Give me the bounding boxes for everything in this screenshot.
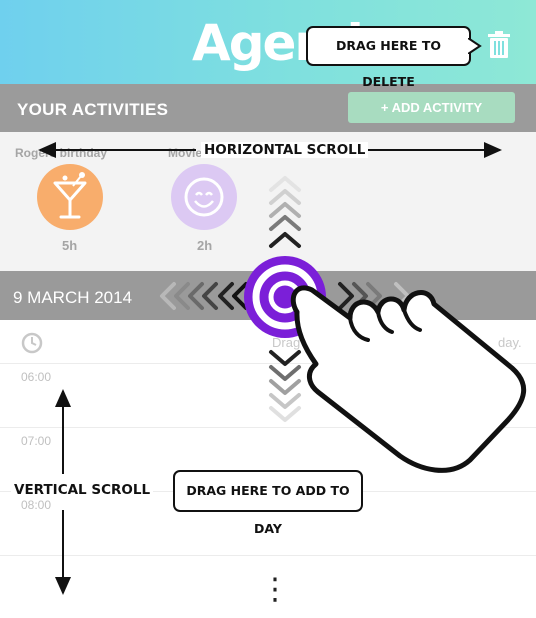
horizontal-scroll-label: HORIZONTAL SCROLL bbox=[201, 142, 369, 158]
activity-circle[interactable] bbox=[37, 164, 103, 230]
clock-icon bbox=[21, 332, 43, 354]
cocktail-icon bbox=[53, 172, 87, 219]
date-label: 9 MARCH 2014 bbox=[13, 288, 133, 307]
add-to-day-callout: DRAG HERE TO ADD TO DAY bbox=[173, 470, 363, 536]
smiley-icon bbox=[184, 177, 224, 217]
activities-title: YOUR ACTIVITIES bbox=[17, 100, 169, 119]
time-label: 08:00 bbox=[21, 498, 52, 512]
more-icon: ⋮ bbox=[260, 572, 290, 607]
activity-circle[interactable] bbox=[171, 164, 237, 230]
trash-icon[interactable] bbox=[488, 31, 510, 58]
activity-item[interactable]: Rogers birthday 5h bbox=[15, 146, 125, 253]
time-slot[interactable]: 06:00 bbox=[0, 364, 536, 428]
activity-item[interactable]: Movie n... 2h bbox=[150, 146, 260, 253]
time-label: 06:00 bbox=[21, 370, 52, 384]
date-bar[interactable]: 9 MARCH 2014 bbox=[0, 271, 536, 320]
delete-callout: DRAG HERE TO DELETE bbox=[306, 26, 471, 89]
drop-hint-end: day. bbox=[498, 335, 522, 350]
activity-duration: 2h bbox=[197, 238, 213, 253]
vertical-scroll-label: VERTICAL SCROLL bbox=[11, 482, 154, 498]
activity-name: Rogers birthday bbox=[15, 146, 108, 160]
callout-pointer bbox=[468, 38, 482, 54]
drop-hint-start: Drag bbox=[272, 335, 301, 350]
activities-bar: YOUR ACTIVITIES + ADD ACTIVITY bbox=[0, 84, 536, 132]
activity-duration: 5h bbox=[62, 238, 78, 253]
timeline-header: Drag day. bbox=[0, 320, 536, 364]
time-label: 07:00 bbox=[21, 434, 52, 448]
